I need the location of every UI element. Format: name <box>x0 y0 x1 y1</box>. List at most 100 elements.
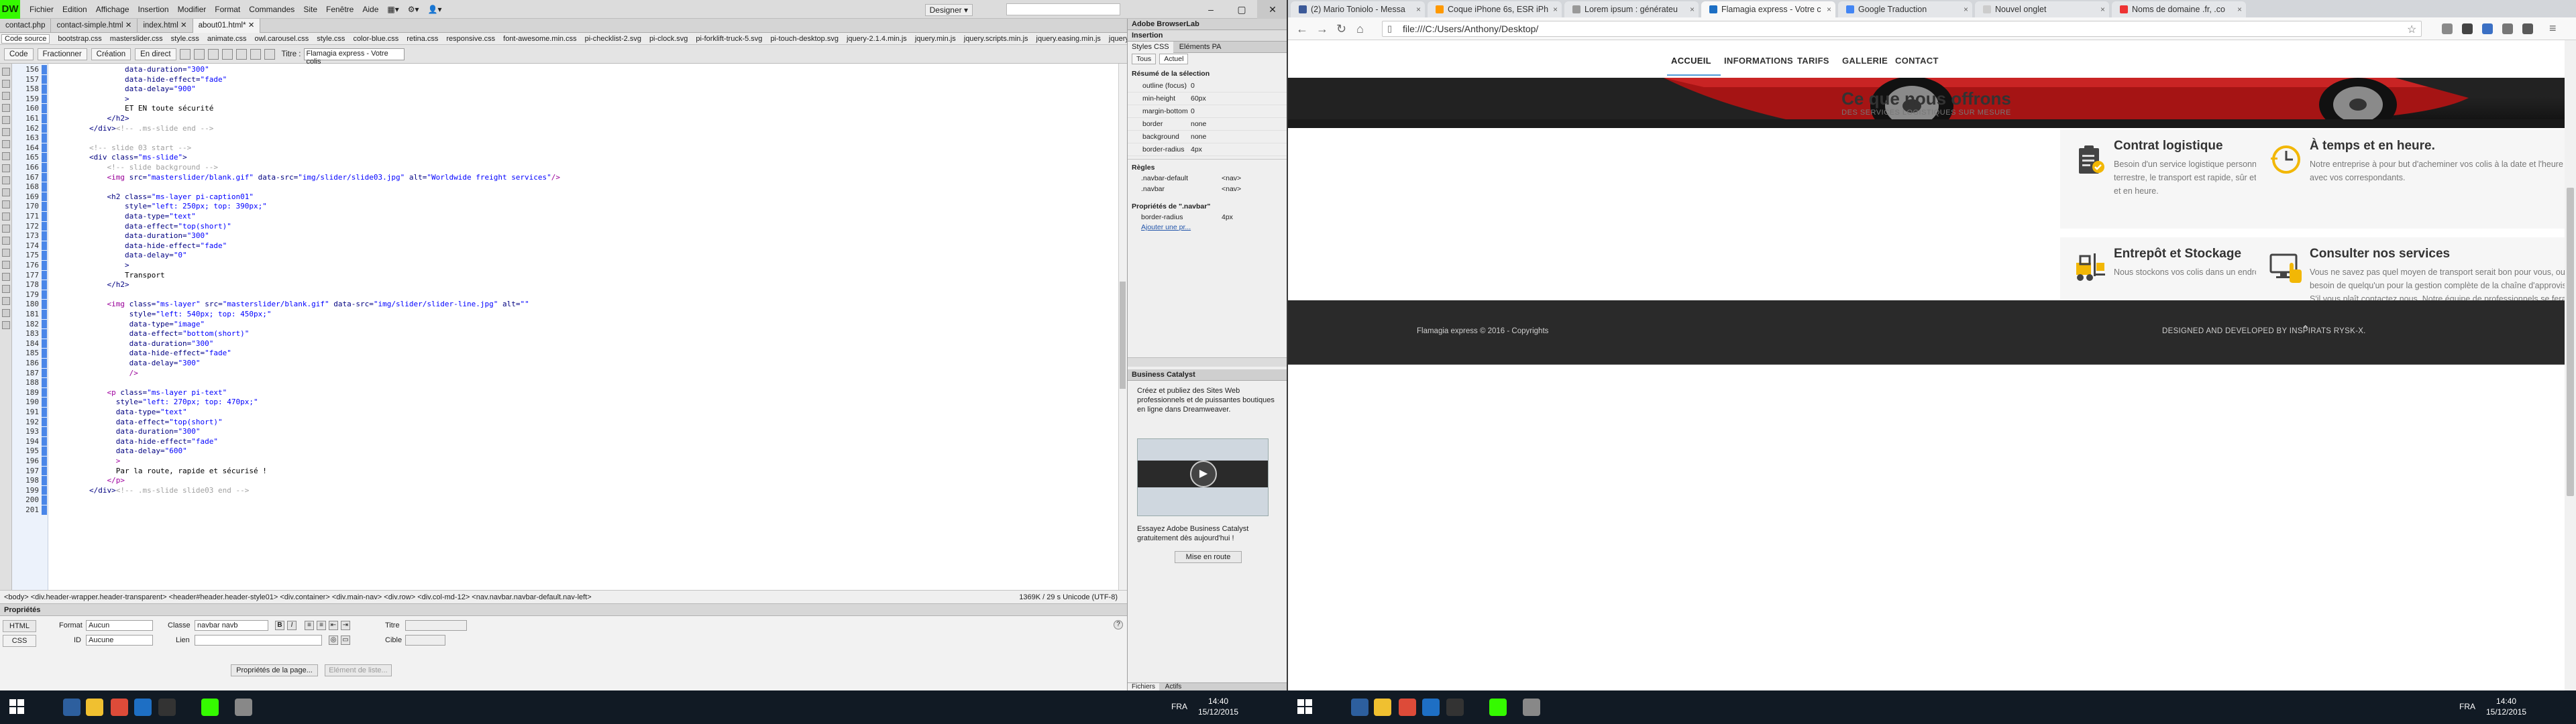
unordered-list-icon[interactable]: ≡ <box>305 621 314 630</box>
doc-tab[interactable]: contact-simple.html ✕ <box>51 19 138 33</box>
preview-icon[interactable] <box>193 48 205 60</box>
insertion-header[interactable]: Insertion <box>1128 30 1288 42</box>
nav-informations[interactable]: INFORMATIONS <box>1724 56 1793 66</box>
extension-icon[interactable] <box>2502 23 2513 34</box>
property-value[interactable]: 0 <box>1188 80 1288 92</box>
file-explorer-icon[interactable] <box>1374 699 1391 716</box>
extension-icon[interactable] <box>2522 23 2533 34</box>
related-file-link[interactable]: masterslider.css <box>110 35 163 43</box>
code-view-button[interactable]: Code <box>4 48 34 60</box>
panel-row[interactable]: .navbar-default <nav> <box>1128 173 1288 184</box>
outdent-icon[interactable]: ⇤ <box>329 621 338 630</box>
code-line[interactable]: <!-- slide 03 start --> <box>54 143 191 153</box>
ordered-list-icon[interactable]: ≡ <box>317 621 326 630</box>
panel-row[interactable]: margin-bottom 0 <box>1128 105 1288 118</box>
coding-tool-icon[interactable] <box>2 188 10 196</box>
chrome-icon[interactable] <box>1399 699 1416 716</box>
code-line[interactable]: </h2> <box>54 114 129 123</box>
related-file-link[interactable]: pi-clock.svg <box>649 35 688 43</box>
doc-tab[interactable]: contact.php <box>0 19 52 33</box>
related-file-link[interactable]: jquery.min.js <box>915 35 956 43</box>
related-file-link[interactable]: pi-forklift-truck-5.svg <box>696 35 762 43</box>
property-value[interactable]: 4px <box>1188 143 1288 156</box>
app-icon[interactable] <box>158 699 176 716</box>
coding-tool-icon[interactable] <box>2 309 10 317</box>
coding-tool-icon[interactable] <box>2 237 10 245</box>
code-line[interactable]: Transport <box>54 271 165 280</box>
browser-tab[interactable]: (2) Mario Toniolo - Messa × <box>1291 1 1425 17</box>
panel-row[interactable]: outline (focus) 0 <box>1128 80 1288 93</box>
extension-icon[interactable] <box>2482 23 2493 34</box>
code-line[interactable]: data-hide-effect="fade" <box>54 437 218 446</box>
code-line[interactable]: style="left: 540px; top: 450px;" <box>54 310 272 319</box>
html-mode-button[interactable]: HTML <box>3 620 36 632</box>
coding-tool-icon[interactable] <box>2 104 10 112</box>
bold-button[interactable]: B <box>275 621 284 630</box>
close-tab-icon[interactable]: × <box>1416 1 1421 17</box>
menu-format[interactable]: Format <box>215 5 240 14</box>
input-language[interactable]: FRA <box>1171 701 1187 712</box>
back-to-top-icon[interactable]: ⌃ <box>2301 323 2310 337</box>
target-select[interactable] <box>405 635 445 646</box>
related-file-link[interactable]: responsive.css <box>446 35 495 43</box>
panel-row[interactable]: border-radius 4px <box>1128 212 1288 223</box>
code-line[interactable]: </p> <box>54 476 125 485</box>
app-icon[interactable] <box>1446 699 1464 716</box>
menu-aide[interactable]: Aide <box>362 5 378 14</box>
search-icon[interactable] <box>40 699 58 716</box>
coding-tool-icon[interactable] <box>2 140 10 148</box>
code-line[interactable]: data-effect="top(short)" <box>54 418 223 427</box>
coding-tool-icon[interactable] <box>2 92 10 100</box>
task-view-icon[interactable] <box>1351 699 1368 716</box>
dreamweaver-icon[interactable] <box>201 699 219 716</box>
browser-tab[interactable]: Noms de domaine .fr, .co × <box>2112 1 2246 17</box>
page-properties-button[interactable]: Propriétés de la page... <box>231 664 318 676</box>
panel-row[interactable]: border none <box>1128 118 1288 131</box>
live-view-button[interactable]: En direct <box>135 48 176 60</box>
menu-commandes[interactable]: Commandes <box>249 5 294 14</box>
input-language[interactable]: FRA <box>2459 701 2475 712</box>
play-icon[interactable]: ▶ <box>1190 461 1217 487</box>
code-line[interactable]: data-hide-effect="fade" <box>54 349 231 358</box>
code-line[interactable]: data-delay="300" <box>54 359 201 368</box>
tab-assets[interactable]: Actifs <box>1161 683 1185 690</box>
home-icon[interactable]: ⌂ <box>1356 22 1364 36</box>
related-file-link[interactable]: jquery-2.1.4.min.js <box>847 35 907 43</box>
code-line[interactable]: </h2> <box>54 280 129 290</box>
browser-check-icon[interactable] <box>235 48 247 60</box>
search-icon[interactable] <box>1328 699 1346 716</box>
italic-button[interactable]: I <box>287 621 297 630</box>
page-scrollbar-thumb[interactable] <box>2567 188 2574 496</box>
panel-row[interactable]: .navbar <nav> <box>1128 184 1288 194</box>
business-catalyst-header[interactable]: Business Catalyst <box>1128 369 1288 381</box>
code-line[interactable]: data-delay="900" <box>54 84 196 94</box>
source-code-button[interactable]: Code source <box>1 34 50 44</box>
property-value[interactable]: 4px <box>1222 212 1288 223</box>
user-icon[interactable]: 👤▾ <box>428 5 442 14</box>
code-line[interactable]: > <box>54 95 129 104</box>
code-line[interactable]: </div><!-- .ms-slide end --> <box>54 124 213 133</box>
property-value[interactable]: <nav> <box>1222 173 1288 184</box>
app-icon[interactable] <box>1523 699 1540 716</box>
class-select[interactable]: navbar navb <box>195 620 268 631</box>
related-file-link[interactable]: style.css <box>171 35 199 43</box>
coding-tool-icon[interactable] <box>2 225 10 233</box>
id-select[interactable]: Aucune <box>86 635 153 646</box>
related-file-link[interactable]: pi-checklist-2.svg <box>585 35 641 43</box>
code-line[interactable]: data-type="text" <box>54 408 187 417</box>
code-line[interactable]: <!-- slide background --> <box>54 163 218 172</box>
refresh-icon[interactable] <box>264 48 275 60</box>
code-line[interactable]: style="left: 270px; top: 470px;" <box>54 398 258 407</box>
menu-fichier[interactable]: Fichier <box>30 5 54 14</box>
code-line[interactable]: > <box>54 457 121 466</box>
code-line[interactable]: data-effect="bottom(short)" <box>54 329 250 339</box>
windows-start-icon[interactable] <box>9 699 24 714</box>
css-mode-button[interactable]: CSS <box>3 635 36 647</box>
coding-tool-icon[interactable] <box>2 68 10 76</box>
tag-path[interactable]: <body> <div.header-wrapper.header-transp… <box>4 591 592 604</box>
page-title-input[interactable]: Flamagia express - Votre colis <box>303 48 405 66</box>
related-file-link[interactable]: jquery.mcst <box>1109 35 1127 43</box>
title-field[interactable] <box>405 620 467 631</box>
menu-site[interactable]: Site <box>303 5 317 14</box>
browser-tab[interactable]: Flamagia express - Votre c × <box>1701 1 1835 17</box>
